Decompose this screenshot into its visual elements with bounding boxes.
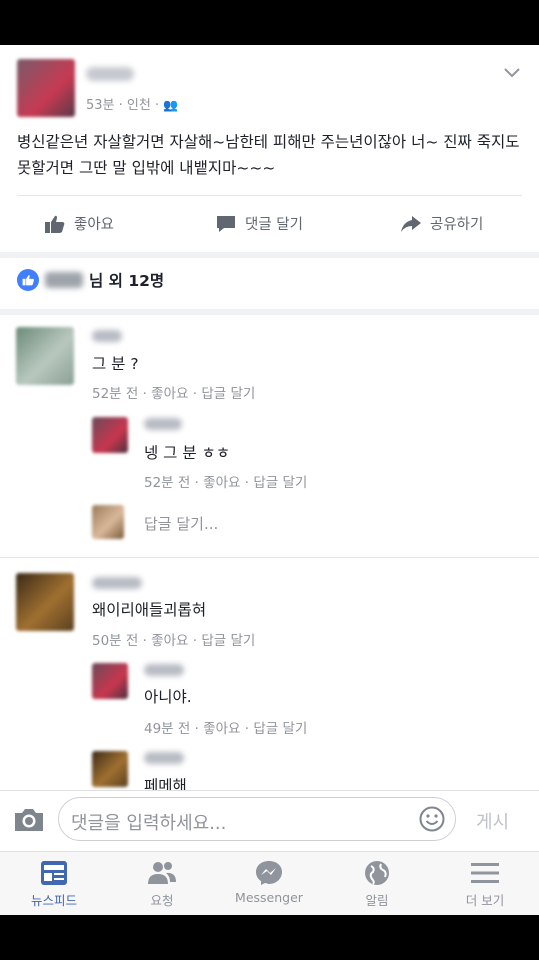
post-screen: 53분 · 인천 · 👥 병신같은년 자살할거면 자살해~남한테 피해만 주는년… [0, 45, 539, 915]
tab-more[interactable]: 더 보기 [435, 860, 535, 909]
comment-button[interactable]: 댓글 달기 [215, 213, 303, 234]
reply-name[interactable] [144, 418, 182, 430]
tab-label: 더 보기 [465, 893, 505, 908]
tab-label: 알림 [365, 893, 389, 908]
like-button[interactable]: 좋아요 [44, 213, 114, 234]
likes-summary[interactable]: 님 외 12명 [17, 269, 164, 291]
like-reaction-icon [17, 269, 39, 291]
friends-icon: 👥 [163, 98, 179, 112]
messenger-icon [256, 861, 282, 885]
top-black-band [0, 0, 539, 45]
commenter-avatar[interactable] [16, 327, 74, 385]
section-separator [0, 309, 539, 315]
commenter-name[interactable] [92, 577, 142, 589]
reply-avatar[interactable] [92, 417, 128, 453]
comment-label: 댓글 달기 [245, 217, 303, 233]
tab-label: 요청 [150, 893, 174, 908]
comment-composer: 댓글을 입력하세요... 게시 [0, 790, 539, 848]
liker-name [45, 272, 83, 288]
comment-meta[interactable]: 52분 전 · 좋아요 · 답글 달기 [92, 382, 255, 402]
likes-count-text: 님 외 12명 [89, 272, 165, 290]
reply-prompt[interactable]: 답글 달기... [144, 513, 218, 534]
reply-name[interactable] [144, 752, 184, 764]
thumbs-up-icon [45, 215, 65, 233]
section-separator [0, 252, 539, 258]
bottom-black-band [0, 915, 539, 960]
share-button[interactable]: 공유하기 [400, 213, 483, 234]
tab-notifications[interactable]: 알림 [327, 860, 427, 909]
chevron-down-icon[interactable] [503, 67, 521, 79]
comment-input-placeholder: 댓글을 입력하세요... [71, 813, 227, 834]
divider [17, 195, 522, 196]
comment-icon [217, 215, 235, 232]
tab-label: Messenger [235, 890, 303, 905]
globe-icon [365, 861, 389, 885]
camera-icon[interactable] [12, 806, 46, 834]
reply-avatar[interactable] [92, 751, 128, 787]
reply-name[interactable] [144, 664, 184, 676]
reply-meta[interactable]: 49분 전 · 좋아요 · 답글 달기 [144, 717, 307, 737]
post-time-location: 53분 · 인천 · [86, 98, 164, 113]
comment-text: 왜이리애들괴롭혀 [92, 601, 207, 619]
share-label: 공유하기 [430, 217, 484, 233]
post-author-avatar[interactable] [17, 59, 75, 117]
like-label: 좋아요 [74, 217, 115, 233]
menu-icon [471, 863, 499, 883]
reply-meta[interactable]: 52분 전 · 좋아요 · 답글 달기 [144, 471, 307, 491]
comment-input[interactable]: 댓글을 입력하세요... [58, 797, 456, 841]
commenter-name[interactable] [92, 330, 122, 342]
comment-text: 그 분 ? [92, 355, 139, 373]
tab-news-feed[interactable]: 뉴스피드 [4, 860, 104, 909]
emoji-smile-icon[interactable] [419, 806, 445, 832]
comment-meta[interactable]: 50분 전 · 좋아요 · 답글 달기 [92, 629, 255, 649]
reply-text: 아니야. [144, 688, 192, 706]
post-body: 병신같은년 자살할거면 자살해~남한테 피해만 주는년이잖아 너~ 진짜 죽지도… [17, 133, 520, 177]
my-avatar [92, 505, 124, 539]
tab-label: 뉴스피드 [30, 893, 77, 908]
bottom-tab-bar: 뉴스피드 요청 Messenger 알림 더 보기 [0, 851, 539, 915]
tab-messenger[interactable]: Messenger [219, 860, 319, 905]
post-meta: 53분 · 인천 · 👥 [86, 94, 178, 113]
friend-requests-icon [148, 862, 176, 884]
news-feed-icon [41, 861, 67, 885]
commenter-avatar[interactable] [16, 573, 74, 631]
reply-avatar[interactable] [92, 663, 128, 699]
share-arrow-icon [401, 215, 421, 232]
divider [0, 557, 539, 558]
post-comment-button[interactable]: 게시 [476, 808, 509, 834]
reply-text: 넹 그 분 ㅎㅎ [144, 444, 231, 462]
post-author-name[interactable] [86, 67, 134, 81]
tab-requests[interactable]: 요청 [112, 860, 212, 909]
